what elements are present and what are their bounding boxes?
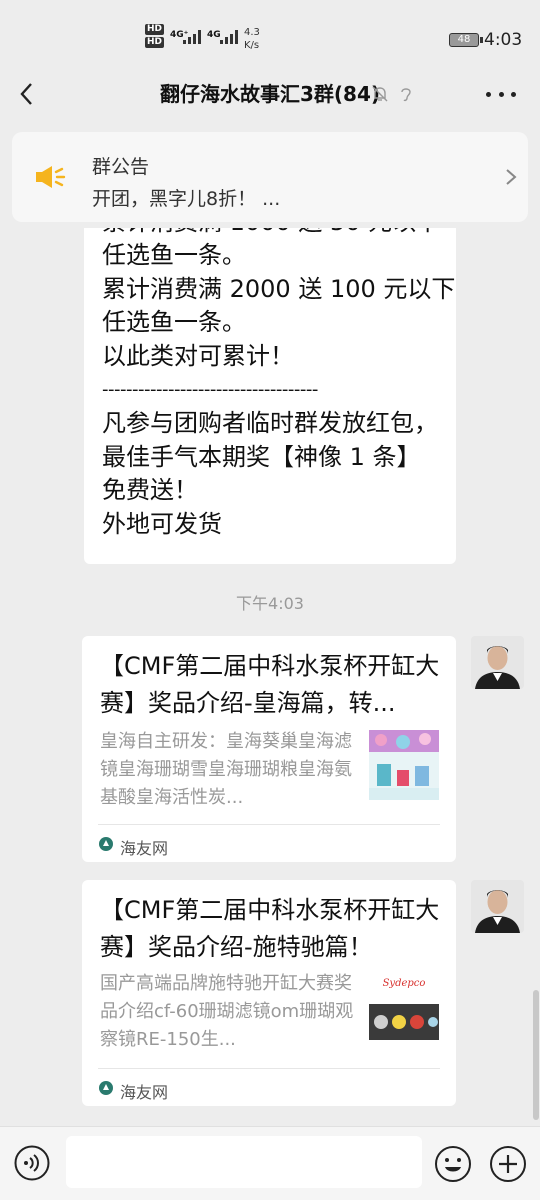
message-text-line: 以此类对可累计！ [102,341,294,370]
scrollbar[interactable] [533,990,539,1120]
message-text-line: ------------------------------------ [102,379,318,401]
card-source-label: 海友网 [120,839,169,858]
link-card-message[interactable]: 【CMF第二届中科水泵杯开缸大赛】奖品介绍-皇海篇，转... 皇海自主研发：皇海… [82,636,456,862]
chat-title: 翻仔海水故事汇3群(84) [159,82,381,106]
message-timestamp: 下午4:03 [236,594,304,613]
card-source-label: 海友网 [120,1083,169,1102]
card-thumbnail-image [369,730,439,800]
input-bar [0,1126,540,1200]
network-type-2: 4G [207,30,221,40]
megaphone-icon [36,166,66,188]
avatar[interactable] [471,880,524,933]
battery-icon: 48 [449,33,483,47]
emoji-icon[interactable] [434,1145,472,1183]
svg-text:Sydepco: Sydepco [383,978,426,989]
card-title: 【CMF第二届中科水泵杯开缸大赛】奖品介绍-施特驰篇！ [100,896,440,961]
message-list[interactable]: 累计消费满 1000 送 50 元以下 任选鱼一条。 累计消费满 2000 送 … [0,228,540,1126]
announcement-text: 开团，黑字儿8折！ ... [92,188,281,210]
message-text-line: 免费送！ [102,476,198,505]
more-options-icon[interactable] [486,92,516,100]
chevron-right-icon [506,169,517,185]
message-text-line: 任选鱼一条。 [102,308,246,337]
hd-indicator: HD HD [145,24,165,48]
card-divider [98,824,440,825]
message-input[interactable] [66,1136,422,1188]
card-divider [98,1068,440,1069]
source-logo-icon [99,837,113,851]
message-text-line: 任选鱼一条。 [102,241,246,269]
chat-header: 翻仔海水故事汇3群(84) [0,66,540,124]
message-text-line: 外地可发货 [102,509,222,538]
group-announcement[interactable]: 群公告 开团，黑字儿8折！ ... [12,132,528,222]
card-thumbnail-image: Sydepco [369,972,439,1042]
voice-input-icon[interactable] [14,1145,50,1181]
status-time: 4:03 [484,30,523,50]
signal-icon [183,30,201,44]
message-text-line: 凡参与团购者临时群发放红包， [102,408,438,437]
message-text-line: 累计消费满 1000 送 50 元以下 [102,228,440,240]
card-description: 皇海自主研发：皇海葵巢皇海滤镜皇海珊瑚雪皇海珊瑚粮皇海氨基酸皇海活性炭... [100,731,352,808]
announcement-title: 群公告 [92,156,150,178]
avatar[interactable] [471,636,524,689]
text-message-bubble[interactable]: 累计消费满 1000 送 50 元以下 任选鱼一条。 累计消费满 2000 送 … [84,228,456,564]
mute-bell-icon [372,86,388,102]
card-title: 【CMF第二届中科水泵杯开缸大赛】奖品介绍-皇海篇，转... [100,652,440,717]
network-speed: 4.3 K/s [244,27,260,51]
message-text-line: 累计消费满 2000 送 100 元以下 [102,274,456,303]
source-logo-icon [99,1081,113,1095]
signal-icon [220,30,238,44]
plus-icon[interactable] [489,1145,527,1183]
status-bar: HD HD 4G⁺ 4G 4.3 K/s 48 4:03 [0,0,540,66]
link-card-message[interactable]: 【CMF第二届中科水泵杯开缸大赛】奖品介绍-施特驰篇！ 国产高端品牌施特驰开缸大… [82,880,456,1106]
ear-mode-icon [401,88,411,102]
message-text-line: 最佳手气本期奖【神像 1 条】 [102,442,421,471]
card-description: 国产高端品牌施特驰开缸大赛奖品介绍cf-60珊瑚滤镜om珊瑚观察镜RE-150生… [100,973,354,1050]
